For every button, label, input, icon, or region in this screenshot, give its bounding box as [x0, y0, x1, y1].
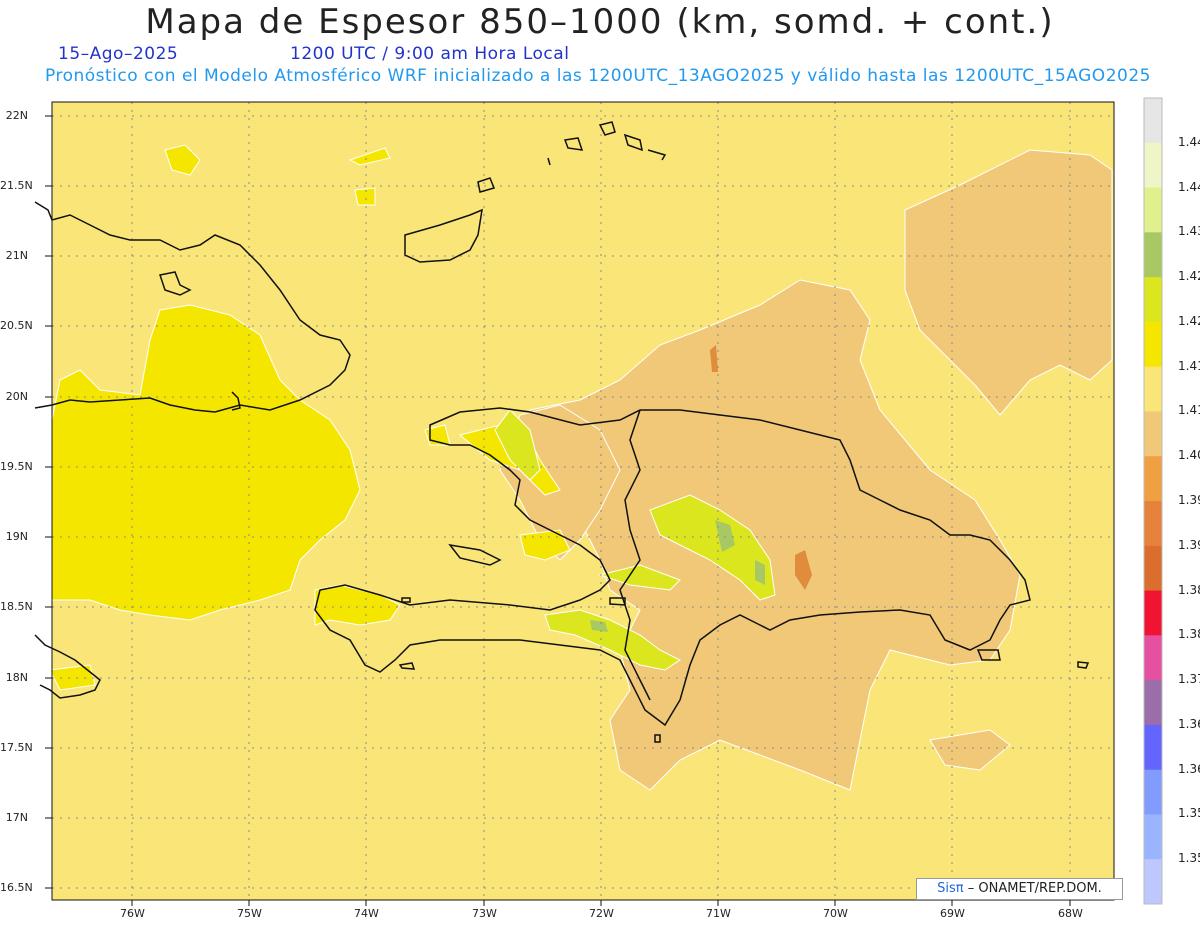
- colorbar-swatch: [1144, 232, 1162, 278]
- credit-text: – ONAMET/REP.DOM.: [967, 881, 1102, 896]
- lat-label: 22N: [5, 109, 28, 122]
- lat-label: 17.5N: [0, 741, 33, 754]
- colorbar-swatch: [1144, 859, 1162, 905]
- lat-label: 21.5N: [0, 179, 33, 192]
- lat-label: 19.5N: [0, 460, 33, 473]
- lon-label: 71W: [706, 907, 731, 920]
- lon-label: 75W: [237, 907, 262, 920]
- lat-label: 18.5N: [0, 600, 33, 613]
- colorbar-swatch: [1144, 142, 1162, 189]
- colorbar-label: 1.374: [1178, 672, 1200, 687]
- lat-label: 18N: [5, 671, 28, 684]
- colorbar-swatch: [1144, 814, 1162, 860]
- lon-label: 74W: [354, 907, 379, 920]
- colorbar-swatch: [1144, 501, 1162, 547]
- colorbar-label: 1.422: [1178, 313, 1200, 328]
- colorbar-swatch: [1144, 680, 1162, 726]
- colorbar-label: 1.35: [1178, 851, 1200, 866]
- colorbar-label: 1.356: [1178, 806, 1200, 821]
- colorbar-label: 1.398: [1178, 493, 1200, 507]
- colorbar-swatch: [1144, 277, 1162, 323]
- colorbar-swatch: [1144, 590, 1162, 636]
- credit-box: Sisπ – ONAMET/REP.DOM.: [916, 878, 1123, 900]
- lat-label: 19N: [5, 530, 28, 543]
- lon-label: 76W: [120, 907, 145, 920]
- colorbar-label: 1.428: [1178, 269, 1200, 284]
- colorbar-label: 1.434: [1178, 224, 1200, 239]
- lat-label: 20N: [5, 390, 28, 403]
- colorbar-swatch: [1144, 321, 1162, 368]
- lon-label: 73W: [472, 907, 497, 920]
- colorbar-swatch: [1144, 635, 1162, 681]
- colorbar-label: 1.446: [1178, 134, 1200, 149]
- colorbar-swatch: [1144, 98, 1162, 144]
- colorbar-swatch: [1144, 411, 1162, 457]
- colorbar-label: 1.38: [1178, 627, 1200, 642]
- lon-label: 68W: [1058, 907, 1083, 920]
- colorbar-swatch: [1144, 456, 1162, 502]
- colorbar-label: 1.392: [1178, 537, 1200, 552]
- lon-label: 70W: [823, 907, 848, 920]
- colorbar-swatch: [1144, 724, 1162, 771]
- lon-label: 72W: [589, 907, 614, 920]
- thickness-map: [34, 97, 1163, 906]
- colorbar-swatch: [1144, 769, 1162, 815]
- colorbar-swatch: [1144, 545, 1162, 592]
- lon-label: 69W: [940, 907, 965, 920]
- colorbar-label: 1.41: [1178, 403, 1200, 418]
- lat-label: 17N: [5, 811, 28, 824]
- lat-label: 21N: [5, 249, 28, 262]
- colorbar-label: 1.416: [1178, 358, 1200, 373]
- colorbar-label: 1.44: [1178, 179, 1200, 194]
- lat-label: 16.5N: [0, 881, 33, 894]
- lat-label: 20.5N: [0, 319, 33, 332]
- colorbar-swatch: [1144, 187, 1162, 233]
- colorbar-label: 1.386: [1178, 582, 1200, 597]
- colorbar-label: 1.362: [1178, 761, 1200, 776]
- colorbar: [1143, 97, 1163, 905]
- sispi-logo: Sisπ: [937, 881, 964, 896]
- colorbar-label: 1.404: [1178, 448, 1200, 463]
- colorbar-swatch: [1144, 366, 1162, 412]
- colorbar-label: 1.368: [1178, 716, 1200, 731]
